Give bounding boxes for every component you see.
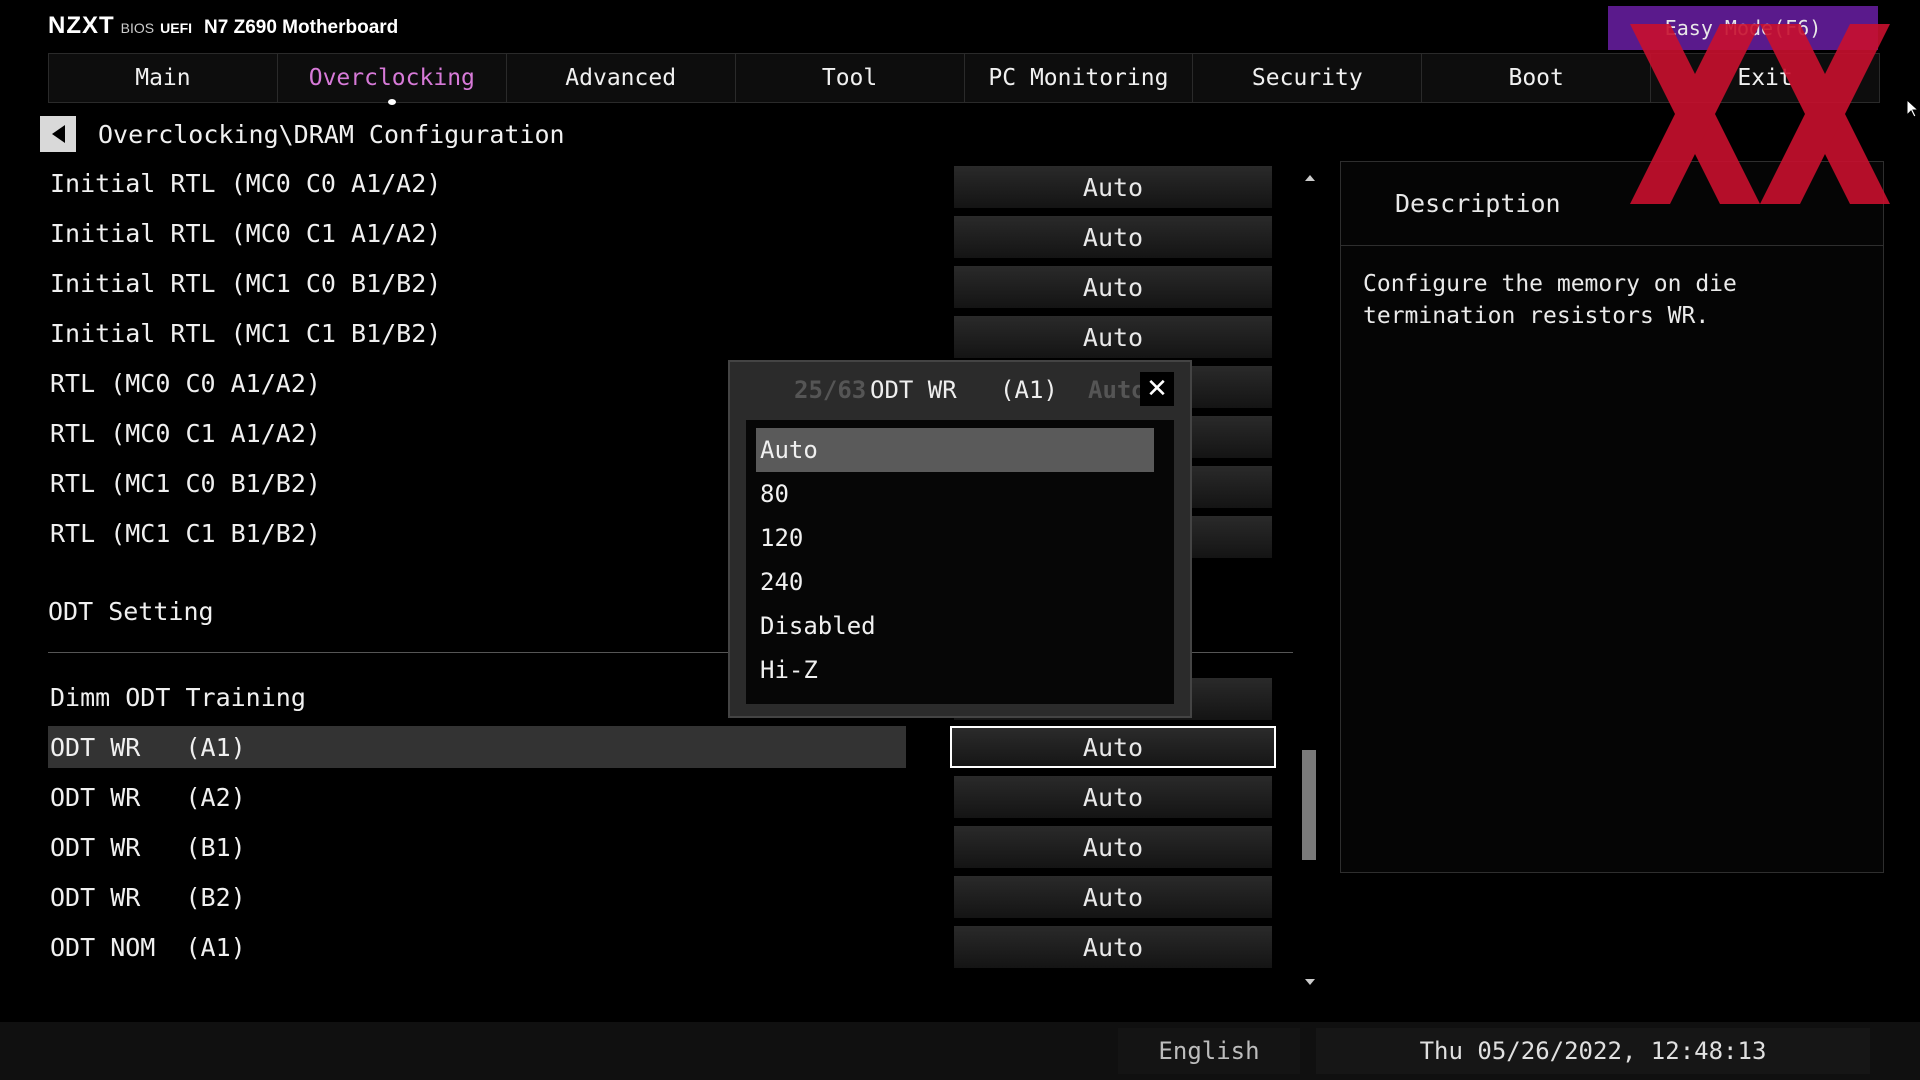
- tab-boot[interactable]: Boot: [1421, 53, 1651, 103]
- description-panel: Description Configure the memory on die …: [1340, 161, 1884, 873]
- setting-value-button[interactable]: Auto: [954, 876, 1272, 918]
- setting-label: ODT WR (A2): [50, 782, 246, 812]
- setting-row[interactable]: Dimm ODT Training: [48, 676, 306, 718]
- bios-label: BIOS: [120, 20, 155, 36]
- breadcrumb: Overclocking\DRAM Configuration: [40, 116, 565, 152]
- uefi-label: UEFI: [160, 20, 193, 36]
- setting-label: RTL (MC1 C1 B1/B2): [50, 518, 321, 548]
- brand: NZXT BIOS UEFI N7 Z690 Motherboard: [48, 12, 398, 40]
- setting-row[interactable]: Initial RTL (MC1 C0 B1/B2): [48, 262, 441, 304]
- setting-label: ODT NOM (A1): [50, 932, 246, 962]
- scroll-thumb[interactable]: [1302, 750, 1316, 860]
- description-line: Configure the memory on die: [1363, 271, 1737, 297]
- setting-label: Initial RTL (MC1 C1 B1/B2): [50, 318, 442, 348]
- mouse-cursor-icon: [1907, 100, 1919, 118]
- popup-title: ODT WR (A1): [870, 376, 1058, 404]
- setting-label: RTL (MC0 C0 A1/A2): [50, 368, 321, 398]
- language-button[interactable]: English: [1118, 1028, 1300, 1074]
- option-item[interactable]: 120: [756, 516, 1154, 560]
- option-item-selected[interactable]: Auto: [756, 428, 1154, 472]
- back-button[interactable]: [40, 116, 76, 152]
- setting-row[interactable]: Initial RTL (MC0 C1 A1/A2): [48, 212, 441, 254]
- setting-row-selected[interactable]: ODT WR (A1): [48, 726, 906, 768]
- setting-row[interactable]: RTL (MC0 C0 A1/A2): [48, 362, 321, 404]
- setting-value-button[interactable]: Auto: [954, 266, 1272, 308]
- description-text: Configure the memory on die termination …: [1341, 246, 1883, 354]
- tab-advanced[interactable]: Advanced: [505, 53, 735, 103]
- close-icon[interactable]: ✕: [1140, 372, 1174, 406]
- option-item[interactable]: Hi-Z: [756, 648, 1154, 692]
- main-tabs: Main Overclocking Advanced Tool PC Monit…: [48, 53, 1880, 103]
- nzxt-logo: NZXT: [48, 12, 115, 39]
- scrollbar[interactable]: [1302, 175, 1316, 985]
- setting-value-button[interactable]: Auto: [954, 316, 1272, 358]
- tab-main[interactable]: Main: [48, 53, 277, 103]
- datetime-display[interactable]: Thu 05/26/2022, 12:48:13: [1316, 1028, 1870, 1074]
- setting-row[interactable]: Initial RTL (MC1 C1 B1/B2): [48, 312, 441, 354]
- tab-overclocking[interactable]: Overclocking: [276, 53, 506, 103]
- motherboard-model: N7 Z690 Motherboard: [204, 17, 399, 38]
- ghost-counter: 25/63: [794, 376, 867, 404]
- setting-row[interactable]: ODT WR (B2): [48, 876, 246, 918]
- setting-label: ODT WR (A1): [50, 732, 246, 762]
- setting-value-button-selected[interactable]: Auto: [950, 726, 1276, 768]
- scroll-down-icon[interactable]: [1305, 979, 1315, 985]
- setting-label: RTL (MC1 C0 B1/B2): [50, 468, 321, 498]
- setting-value-button[interactable]: Auto: [954, 826, 1272, 868]
- option-item[interactable]: 80: [756, 472, 1154, 516]
- ghost-value: Auto: [1088, 376, 1146, 404]
- setting-label: ODT WR (B2): [50, 882, 246, 912]
- setting-label: ODT WR (B1): [50, 832, 246, 862]
- option-item[interactable]: 240: [756, 560, 1154, 604]
- watermark-logo: [1630, 24, 1890, 204]
- tab-security[interactable]: Security: [1192, 53, 1422, 103]
- section-title-odt: ODT Setting: [48, 597, 214, 626]
- option-list: Auto 80 120 240 Disabled Hi-Z: [746, 420, 1174, 704]
- setting-label: Initial RTL (MC1 C0 B1/B2): [50, 268, 442, 298]
- option-popup: 25/63 ODT WR (A1) Auto ✕ Auto 80 120 240…: [728, 360, 1192, 718]
- description-line: termination resistors WR.: [1363, 303, 1710, 329]
- setting-label: Initial RTL (MC0 C0 A1/A2): [50, 168, 442, 198]
- breadcrumb-path: Overclocking\DRAM Configuration: [98, 119, 565, 149]
- setting-row[interactable]: RTL (MC1 C1 B1/B2): [48, 512, 321, 554]
- setting-row[interactable]: RTL (MC0 C1 A1/A2): [48, 412, 321, 454]
- tab-tool[interactable]: Tool: [734, 53, 964, 103]
- setting-row[interactable]: ODT WR (A2): [48, 776, 246, 818]
- setting-row[interactable]: Initial RTL (MC0 C0 A1/A2): [48, 162, 441, 204]
- setting-value-button[interactable]: Auto: [954, 166, 1272, 208]
- setting-row[interactable]: ODT WR (B1): [48, 826, 246, 868]
- setting-label: Initial RTL (MC0 C1 A1/A2): [50, 218, 442, 248]
- tab-pc-monitoring[interactable]: PC Monitoring: [963, 53, 1193, 103]
- option-item[interactable]: Disabled: [756, 604, 1154, 648]
- setting-label: Dimm ODT Training: [50, 682, 306, 712]
- setting-value-button[interactable]: Auto: [954, 926, 1272, 968]
- setting-label: RTL (MC0 C1 A1/A2): [50, 418, 321, 448]
- arrow-left-icon: [51, 125, 65, 143]
- setting-row[interactable]: ODT NOM (A1): [48, 926, 246, 968]
- scroll-up-icon[interactable]: [1305, 175, 1315, 181]
- setting-row[interactable]: RTL (MC1 C0 B1/B2): [48, 462, 321, 504]
- setting-value-button[interactable]: Auto: [954, 776, 1272, 818]
- setting-value-button[interactable]: Auto: [954, 216, 1272, 258]
